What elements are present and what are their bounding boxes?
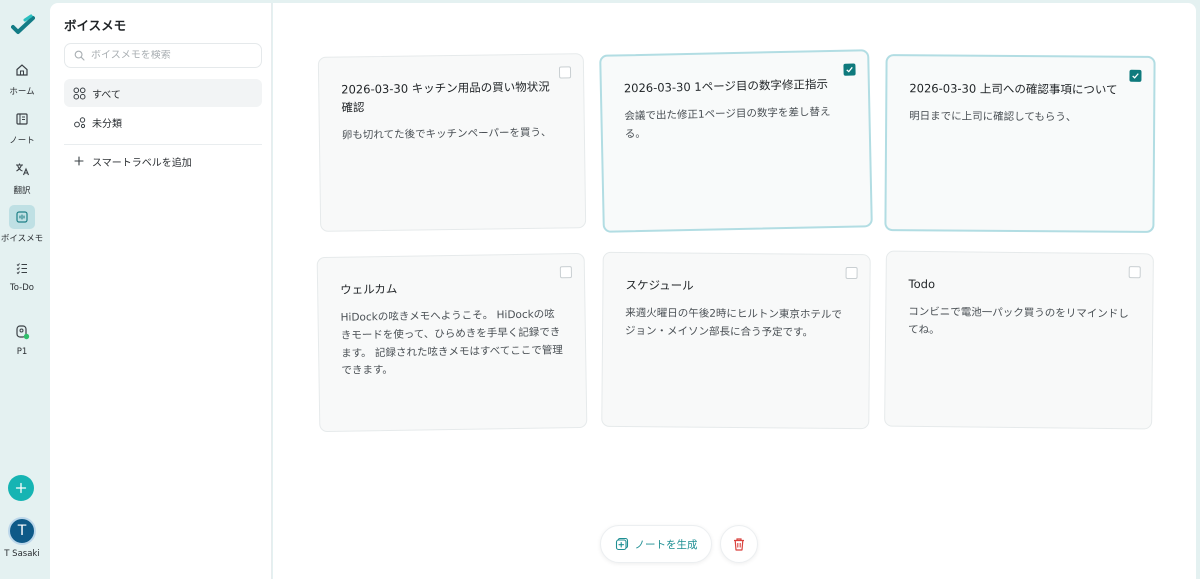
card-title: スケジュール	[625, 278, 694, 293]
memo-card-selected[interactable]: 2026-03-30 上司への確認事項について 明日までに上司に確認してもらう、	[884, 54, 1156, 233]
search-box[interactable]	[64, 43, 262, 68]
card-body: 明日までに上司に確認してもらう、	[909, 110, 1077, 124]
rail-item-device-p1[interactable]: P1	[0, 320, 44, 357]
memo-card[interactable]: Todo コンビニで電池一パック買うのをリマインドしてね。	[884, 250, 1154, 430]
rail-item-home[interactable]: ホーム	[0, 58, 44, 97]
translate-icon	[9, 157, 35, 181]
rail-item-translate[interactable]: 翻訳	[0, 157, 44, 196]
rail-label: ボイスメモ	[0, 234, 44, 244]
app-logo[interactable]	[11, 14, 35, 36]
card-body: HiDockの呟きメモへようこそ。 HiDockの呟きモードを使って、ひらめきを…	[340, 308, 563, 378]
generate-note-button[interactable]: ノートを生成	[600, 525, 712, 563]
check-icon	[1132, 73, 1139, 79]
sidebar-item-all[interactable]: すべて	[64, 79, 262, 107]
rail-label: P1	[16, 347, 28, 357]
trash-icon	[734, 537, 744, 551]
memo-card[interactable]: ウェルカム HiDockの呟きメモへようこそ。 HiDockの呟きモードを使って…	[316, 252, 588, 433]
search-input[interactable]	[91, 50, 251, 61]
main-content: 2026-03-30 キッチン用品の買い物状況確認 卵も切れてた後でキッチンペー…	[273, 3, 1196, 579]
uncategorized-icon	[72, 115, 86, 129]
card-checkbox-checked[interactable]	[843, 63, 856, 76]
card-title: ウェルカム	[340, 281, 398, 297]
note-icon	[9, 107, 35, 131]
rail-label: 翻訳	[13, 186, 31, 196]
card-body: 卵も切れてた後でキッチンペーパーを買う、	[341, 126, 552, 142]
note-plus-icon	[615, 537, 629, 551]
card-body: 来週火曜日の午後2時にヒルトン東京ホテルでジョン・メイソン部長に合う予定です。	[625, 306, 842, 339]
rail-item-todo[interactable]: To-Do	[0, 256, 44, 293]
add-button[interactable]	[8, 475, 34, 501]
add-smart-label-button[interactable]: スマートラベルを追加	[64, 147, 262, 175]
card-checkbox[interactable]	[845, 266, 858, 280]
home-icon	[9, 58, 35, 82]
memo-card-selected[interactable]: 2026-03-30 1ページ目の数字修正指示 会議で出た修正1ページ目の数字を…	[599, 49, 873, 233]
delete-button[interactable]	[720, 525, 758, 563]
page-title: ボイスメモ	[64, 18, 127, 33]
rail-item-note[interactable]: ノート	[0, 107, 44, 146]
card-checkbox[interactable]	[559, 266, 573, 279]
card-title: 2026-03-30 キッチン用品の買い物状況確認	[341, 79, 550, 115]
memo-card[interactable]: 2026-03-30 キッチン用品の買い物状況確認 卵も切れてた後でキッチンペー…	[317, 53, 587, 232]
avatar[interactable]: T	[8, 517, 36, 545]
rail-item-voice-memo[interactable]: ボイスメモ	[0, 205, 44, 244]
card-body: コンビニで電池一パック買うのをリマインドしてね。	[908, 305, 1129, 336]
sidebar-item-label: 未分類	[92, 118, 122, 130]
sidebar: ボイスメモ すべて 未分類 スマートラベルを追加	[50, 3, 272, 579]
voice-memo-icon	[9, 205, 35, 229]
search-icon	[74, 50, 85, 61]
card-body: 会議で出た修正1ページ目の数字を差し替える。	[624, 105, 831, 140]
grid-icon	[72, 86, 86, 100]
check-icon	[846, 66, 853, 73]
user-name: T Sasaki	[4, 549, 40, 559]
sidebar-item-label: すべて	[92, 89, 121, 101]
card-checkbox[interactable]	[1128, 266, 1141, 279]
card-title: 2026-03-30 1ページ目の数字修正指示	[623, 77, 829, 96]
card-title: 2026-03-30 上司への確認事項について	[909, 81, 1118, 97]
app-rail: ホーム ノート 翻訳 ボイスメモ To-Do P1 T T Sasaki	[0, 0, 50, 579]
plus-icon	[72, 154, 86, 168]
rail-label: ノート	[9, 136, 35, 146]
rail-label: ホーム	[9, 87, 35, 97]
rail-label: To-Do	[10, 283, 34, 293]
add-smart-label-text: スマートラベルを追加	[92, 157, 192, 169]
memo-card[interactable]: スケジュール 来週火曜日の午後2時にヒルトン東京ホテルでジョン・メイソン部長に合…	[601, 251, 871, 430]
card-checkbox[interactable]	[558, 66, 572, 79]
plus-icon	[15, 482, 27, 494]
divider	[64, 144, 262, 145]
todo-icon	[9, 256, 35, 280]
generate-note-label: ノートを生成	[634, 538, 698, 551]
card-checkbox-checked[interactable]	[1129, 69, 1142, 82]
sidebar-item-uncategorized[interactable]: 未分類	[64, 108, 262, 136]
card-title: Todo	[908, 276, 936, 292]
device-icon	[9, 320, 35, 344]
